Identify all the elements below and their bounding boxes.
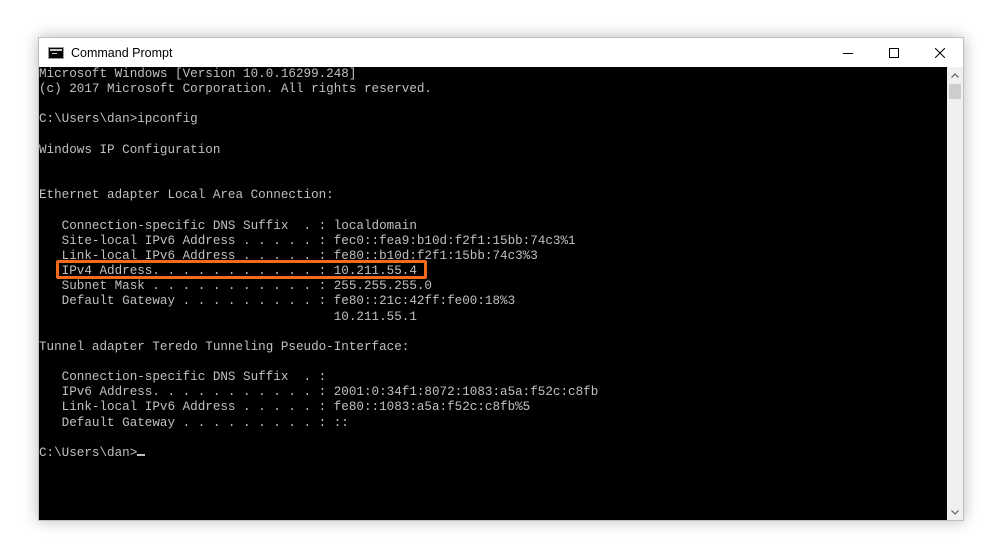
scroll-down-button[interactable] (947, 504, 963, 520)
close-icon (935, 47, 945, 58)
console-lines: Microsoft Windows [Version 10.0.16299.24… (39, 67, 598, 430)
minimize-icon (843, 52, 853, 54)
console-line: Microsoft Windows [Version 10.0.16299.24… (39, 67, 357, 81)
cmd-icon (48, 46, 64, 59)
console-line: Default Gateway . . . . . . . . . : :: (39, 415, 349, 430)
chevron-up-icon (951, 72, 959, 78)
ipv4-highlight-box (56, 260, 427, 279)
console-line: Ethernet adapter Local Area Connection: (39, 188, 334, 203)
console-line: (c) 2017 Microsoft Corporation. All righ… (39, 82, 432, 97)
window-title: Command Prompt (71, 45, 173, 60)
maximize-icon (889, 47, 899, 58)
scrollbar-thumb[interactable] (949, 84, 961, 99)
close-button[interactable] (917, 38, 963, 67)
console-line: Connection-specific DNS Suffix . : local… (39, 218, 417, 233)
title-bar[interactable]: Command Prompt (39, 38, 963, 67)
console-line: Connection-specific DNS Suffix . : (39, 370, 327, 385)
minimize-button[interactable] (825, 38, 871, 67)
window-controls (825, 38, 963, 67)
console-line: Subnet Mask . . . . . . . . . . . : 255.… (39, 279, 432, 294)
console-line: Default Gateway . . . . . . . . . : fe80… (39, 294, 516, 309)
text-cursor (137, 453, 146, 456)
console-line: C:\Users\dan>ipconfig (39, 112, 198, 127)
console-line: Link-local IPv6 Address . . . . . : fe80… (39, 400, 531, 415)
console-line: IPv6 Address. . . . . . . . . . . : 2001… (39, 385, 599, 400)
maximize-button[interactable] (871, 38, 917, 67)
console-line: Tunnel adapter Teredo Tunneling Pseudo-I… (39, 339, 410, 354)
vertical-scrollbar[interactable] (947, 67, 963, 520)
console-line: Windows IP Configuration (39, 142, 221, 157)
command-prompt-window: Command Prompt Microsoft Windows [Versio… (38, 37, 964, 521)
console-line: Site-local IPv6 Address . . . . . : fec0… (39, 233, 576, 248)
console-line: 10.211.55.1 (39, 309, 417, 324)
scroll-up-button[interactable] (947, 67, 963, 83)
console-output[interactable]: Microsoft Windows [Version 10.0.16299.24… (39, 67, 948, 520)
command-prompt-line: C:\Users\dan> (39, 445, 138, 460)
chevron-down-icon (951, 509, 959, 515)
